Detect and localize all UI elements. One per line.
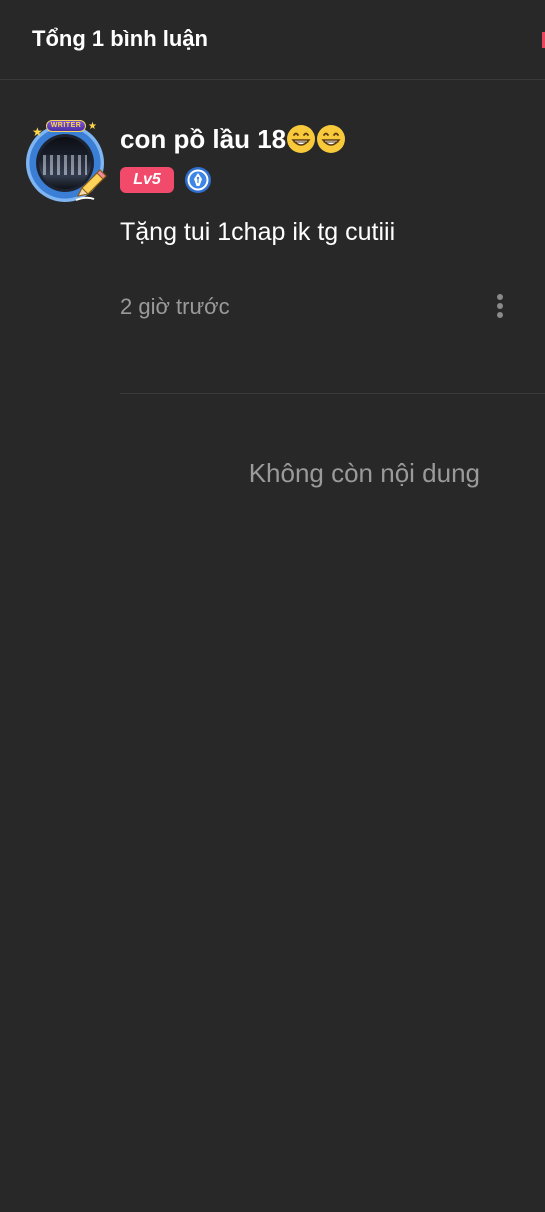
more-options-button[interactable] [488, 288, 512, 324]
level-badge: Lv5 [120, 167, 174, 193]
avatar[interactable]: WRITER ★ ★ [26, 120, 110, 204]
comment-body: Tặng tui 1chap ik tg cutiii [120, 218, 396, 246]
more-vertical-icon-dot [497, 312, 503, 318]
comment-item: WRITER ★ ★ con pồ lầu 18 Lv5 Tặng tui 1c… [0, 80, 545, 394]
comment-divider [120, 393, 545, 394]
no-more-content-label: Không còn nội dung [248, 458, 480, 488]
comment-count-title: Tổng 1 bình luận [32, 26, 208, 51]
more-vertical-icon-dot [497, 303, 503, 309]
comments-header: Tổng 1 bình luận [0, 0, 545, 80]
star-icon: ★ [88, 121, 97, 132]
more-vertical-icon [497, 294, 503, 300]
avatar-writer-banner: WRITER [46, 120, 86, 132]
comment-username[interactable]: con pồ lầu 18 [120, 124, 346, 155]
comment-timestamp: 2 giờ trước [120, 294, 230, 319]
username-text: con pồ lầu 18 [120, 124, 287, 154]
star-icon: ★ [32, 125, 43, 139]
pencil-icon [75, 169, 107, 201]
grinning-face-icon [287, 125, 316, 153]
grinning-face-icon [317, 125, 346, 153]
pen-nib-badge-icon [185, 167, 211, 193]
